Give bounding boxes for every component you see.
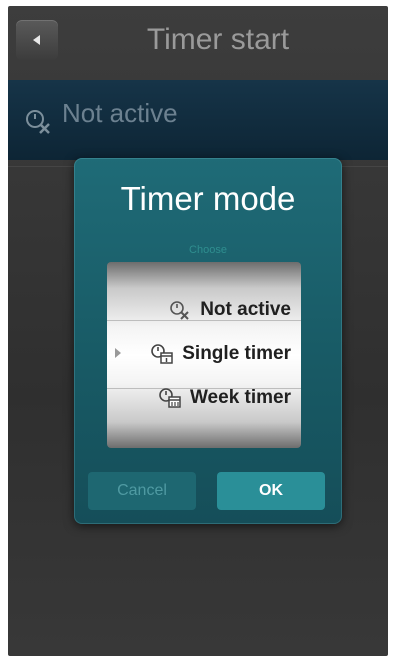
option-single-timer[interactable]: Single timer — [107, 334, 301, 374]
page-title: Timer start — [146, 23, 290, 56]
option-label: Not active — [200, 299, 291, 320]
option-label: Single timer — [182, 343, 291, 364]
header-bar: Timer start — [8, 6, 388, 74]
back-arrow-icon — [33, 35, 40, 45]
single-timer-icon — [151, 344, 173, 364]
week-timer-icon — [159, 388, 181, 408]
cancel-button[interactable]: Cancel — [88, 472, 196, 510]
timer-mode-dialog: Timer mode Choose Not active Single time… — [74, 158, 342, 524]
timer-mode-picker[interactable]: Not active Single timer Week timer — [107, 262, 301, 448]
device-screen: Timer start Not active Timer mode Choose — [8, 6, 388, 656]
timer-off-icon — [170, 301, 189, 320]
option-week-timer[interactable]: Week timer — [107, 378, 301, 418]
timer-off-icon — [26, 110, 50, 134]
dialog-title: Timer mode — [120, 180, 296, 217]
ok-button[interactable]: OK — [217, 472, 325, 510]
timer-status-row[interactable]: Not active — [8, 80, 388, 160]
option-label: Week timer — [189, 387, 291, 408]
dialog-subtitle: Choose — [189, 244, 227, 256]
timer-status-text: Not active — [62, 98, 178, 128]
back-button[interactable] — [16, 20, 58, 60]
option-not-active[interactable]: Not active — [107, 290, 301, 330]
